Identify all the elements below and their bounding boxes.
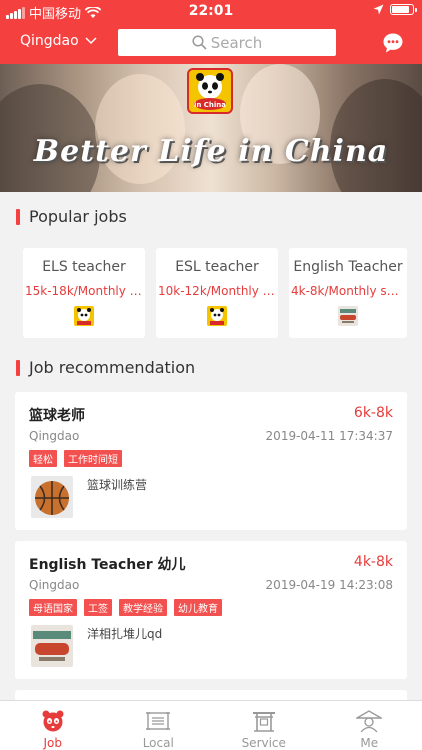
tab-service[interactable]: Service — [211, 701, 317, 750]
company-thumbnail — [31, 625, 73, 667]
job-tag: 教学经验 — [119, 599, 167, 616]
hat-person-icon — [356, 710, 383, 733]
job-tag: 轻松 — [29, 450, 57, 467]
company-name: 篮球训练营 — [87, 478, 148, 492]
bottom-tab-bar: Job Local Service Me — [0, 700, 422, 750]
battery-icon — [390, 4, 417, 15]
svg-text:in China: in China — [194, 101, 226, 109]
tab-me[interactable]: Me — [317, 701, 422, 750]
tab-label: Me — [360, 736, 379, 750]
section-title: Popular jobs — [29, 207, 127, 226]
job-city: Qingdao — [29, 578, 80, 592]
job-tag: 工签 — [84, 599, 112, 616]
popular-job-title: ESL teacher — [175, 259, 259, 275]
banner-image[interactable]: in China Better Life in China — [0, 64, 422, 192]
job-salary: 6k-8k — [353, 405, 393, 421]
job-tag: 母语国家 — [29, 599, 77, 616]
popular-job-salary: 15k-18k/Monthly salary — [25, 284, 145, 298]
job-card[interactable]: English Teacher 幼儿 4k-8k Qingdao 2019-04… — [15, 541, 407, 679]
job-city: Qingdao — [29, 429, 80, 443]
company-logo-icon — [338, 306, 358, 326]
popular-job-card[interactable]: ESL teacher 10k-12k/Monthly salary — [156, 248, 278, 338]
panda-icon — [42, 710, 64, 732]
company-name: 洋相扎堆儿qd — [87, 627, 163, 641]
job-salary: 4k-8k — [353, 554, 393, 570]
chevron-down-icon — [85, 37, 97, 45]
job-card[interactable]: 篮球老师 6k-8k Qingdao 2019-04-11 17:34:37 轻… — [15, 392, 407, 530]
search-input[interactable]: Search — [118, 29, 336, 56]
tab-label: Service — [241, 736, 286, 750]
company-logo-icon — [207, 306, 227, 326]
tab-label: Job — [43, 736, 63, 750]
header-bar: Qingdao Search — [0, 22, 422, 64]
scroll-icon — [146, 712, 171, 730]
company-logo-icon — [74, 306, 94, 326]
temple-gate-icon — [252, 712, 275, 732]
popular-job-salary: 10k-12k/Monthly salary — [158, 284, 278, 298]
job-tag: 工作时间短 — [64, 450, 122, 467]
section-accent-bar — [16, 208, 20, 225]
popular-job-card[interactable]: English Teacher 4k-8k/Monthly salary — [289, 248, 407, 338]
job-title: English Teacher 幼儿 — [29, 557, 186, 573]
section-title: Job recommendation — [29, 358, 196, 377]
job-date: 2019-04-19 14:23:08 — [265, 578, 393, 592]
popular-job-salary: 4k-8k/Monthly salary — [291, 284, 407, 298]
popular-job-title: English Teacher — [293, 259, 403, 275]
tab-job[interactable]: Job — [0, 701, 106, 750]
city-selector[interactable]: Qingdao — [20, 33, 97, 49]
banner-title: Better Life in China — [33, 134, 389, 169]
popular-job-title: ELS teacher — [42, 259, 126, 275]
job-title: 篮球老师 — [29, 408, 85, 424]
section-popular-jobs: Popular jobs — [16, 207, 127, 226]
job-tags: 轻松 工作时间短 — [29, 450, 122, 467]
in-china-logo: in China — [187, 68, 233, 114]
status-right — [373, 4, 417, 15]
status-time: 22:01 — [188, 3, 234, 19]
chat-bubble-icon[interactable] — [382, 32, 404, 54]
section-accent-bar — [16, 359, 20, 376]
city-label: Qingdao — [20, 33, 79, 49]
section-job-recommendation: Job recommendation — [16, 358, 195, 377]
company-thumbnail — [31, 476, 73, 518]
job-tags: 母语国家 工签 教学经验 幼儿教育 — [29, 599, 222, 616]
search-icon — [192, 35, 207, 50]
tab-local[interactable]: Local — [106, 701, 212, 750]
job-date: 2019-04-11 17:34:37 — [265, 429, 393, 443]
popular-job-card[interactable]: ELS teacher 15k-18k/Monthly salary — [23, 248, 145, 338]
search-placeholder: Search — [210, 33, 263, 52]
status-bar: 中国移动 22:01 — [0, 0, 422, 22]
location-arrow-icon — [373, 4, 384, 15]
tab-label: Local — [142, 736, 174, 750]
job-tag: 幼儿教育 — [174, 599, 222, 616]
